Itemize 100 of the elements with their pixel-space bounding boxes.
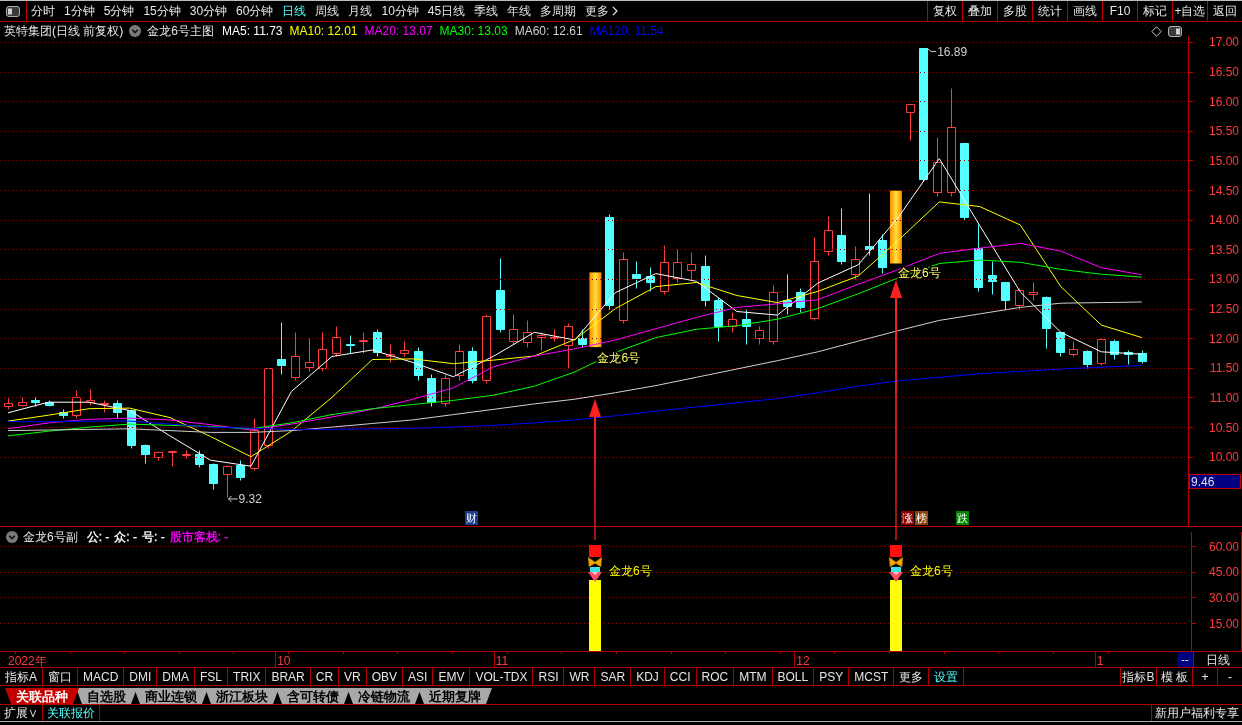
indicator-tab[interactable]: BRAR xyxy=(266,668,311,685)
price-tick-label: 13.50 xyxy=(1208,242,1239,257)
price-tick-label: 11.00 xyxy=(1209,390,1239,405)
indicator-tab[interactable]: VR xyxy=(339,668,367,685)
toolbar-button[interactable]: 统计 xyxy=(1032,1,1067,21)
event-tag: 财 xyxy=(465,511,478,525)
sector-tab[interactable]: 自选股 xyxy=(76,688,137,704)
indicator-tab[interactable]: ASI xyxy=(403,668,434,685)
butterfly-icon xyxy=(888,556,904,568)
chevron-icon xyxy=(612,6,619,16)
toolbar-button[interactable]: 标记 xyxy=(1137,1,1172,21)
quote-link[interactable]: 关联报价 xyxy=(43,705,100,721)
indicator-tick-label: 15.00 xyxy=(1208,616,1239,631)
period-tab[interactable]: 60分钟 xyxy=(236,5,274,17)
expand-menu-button[interactable]: 扩展∨ xyxy=(0,705,43,721)
period-tab[interactable]: 季线 xyxy=(474,5,499,17)
toolbar-button[interactable]: 叠加 xyxy=(962,1,997,21)
period-tab[interactable]: 15分钟 xyxy=(143,5,181,17)
toolbar-button[interactable]: 复权 xyxy=(927,1,962,21)
sector-tab[interactable]: 含可转债 xyxy=(276,688,350,704)
event-tag: 榜 xyxy=(915,511,928,525)
price-tick-label: 15.50 xyxy=(1208,124,1239,139)
indicator-tab[interactable]: 更多 xyxy=(894,668,930,685)
indicator-value: 号: - xyxy=(142,530,165,543)
period-tab[interactable]: 年线 xyxy=(507,5,532,17)
period-tab[interactable]: 月线 xyxy=(348,5,373,17)
panel-toggle-icon[interactable] xyxy=(1168,25,1182,37)
indicator-tab[interactable]: PSY xyxy=(814,668,850,685)
indicator-tab[interactable]: VOL-TDX xyxy=(470,668,534,685)
indicator-name: 金龙6号副 xyxy=(23,530,78,543)
toolbar-button[interactable]: F10 xyxy=(1102,1,1137,21)
indicator-tab[interactable]: EMV xyxy=(433,668,471,685)
toolbar-button[interactable]: 返回 xyxy=(1207,1,1242,21)
price-tick-label: 17.00 xyxy=(1208,35,1239,50)
date-label: 1 xyxy=(1096,654,1104,668)
toolbar-button[interactable]: +自选 xyxy=(1172,1,1207,21)
sector-tab[interactable]: 关联品种 xyxy=(5,688,79,704)
price-tick-label: 13.00 xyxy=(1208,272,1239,287)
price-tick-label: 14.00 xyxy=(1208,213,1239,228)
indicator-tab[interactable]: MACD xyxy=(78,668,125,685)
price-readout: 9.46 xyxy=(1189,474,1241,489)
indicator-value: 众: - xyxy=(114,530,138,543)
indicator-tab[interactable]: 窗口 xyxy=(43,668,78,685)
leader-arrow xyxy=(228,495,239,503)
dropdown-icon[interactable] xyxy=(6,530,18,543)
period-tab[interactable]: 10分钟 xyxy=(381,5,419,17)
indicator-tool-button[interactable]: + xyxy=(1192,668,1217,685)
indicator-value: 股市客栈: - xyxy=(169,530,229,543)
sector-tab[interactable]: 冷链物流 xyxy=(347,688,421,704)
diamond-icon[interactable] xyxy=(1151,25,1162,37)
indicator-tab[interactable]: ROC xyxy=(696,668,735,685)
indicator-tab[interactable]: DMA xyxy=(157,668,196,685)
indicator-tab[interactable]: FSL xyxy=(195,668,229,685)
indicator-tab[interactable]: RSI xyxy=(533,668,565,685)
indicator-tool-button[interactable]: - xyxy=(1217,668,1242,685)
period-tab[interactable]: 周线 xyxy=(315,5,340,17)
date-label: 10 xyxy=(277,654,291,668)
period-tab[interactable]: 1分钟 xyxy=(64,5,95,17)
price-tick-label: 12.50 xyxy=(1208,302,1239,317)
moving-average-value: MA10: 12.01 xyxy=(289,25,358,37)
indicator-tool-button[interactable]: 指标B xyxy=(1120,668,1156,685)
indicator-tab[interactable]: KDJ xyxy=(631,668,665,685)
indicator-tab[interactable]: SAR xyxy=(595,668,632,685)
toolbar-button[interactable]: 画线 xyxy=(1067,1,1102,21)
indicator-tab[interactable]: WR xyxy=(564,668,596,685)
sector-tab[interactable]: 近期复牌 xyxy=(418,688,492,704)
sector-tab[interactable]: 浙江板块 xyxy=(205,688,279,704)
period-tab[interactable]: 5分钟 xyxy=(103,5,135,17)
indicator-tab[interactable]: TRIX xyxy=(228,668,267,685)
price-tick-label: 15.00 xyxy=(1208,153,1239,168)
more-menu-button[interactable]: 更多 xyxy=(585,5,619,17)
indicator-tick-label: 45.00 xyxy=(1208,565,1239,580)
indicator-tab[interactable]: MTM xyxy=(734,668,773,685)
date-label: 12 xyxy=(796,654,810,668)
indicator-tab[interactable]: OBV xyxy=(366,668,404,685)
indicator-tab[interactable]: MCST xyxy=(849,668,895,685)
promo-link[interactable]: 新用户福利专享 xyxy=(1151,705,1242,721)
indicator-tab[interactable]: 指标A xyxy=(0,668,43,685)
period-tab[interactable]: 日线 xyxy=(282,5,307,17)
period-selector[interactable]: 日线 xyxy=(1193,651,1242,667)
toolbar-button[interactable]: 多股 xyxy=(997,1,1032,21)
gem-icon xyxy=(889,567,903,582)
indicator-tab[interactable]: CCI xyxy=(664,668,697,685)
indicator-tab[interactable]: CR xyxy=(310,668,340,685)
indicator-value: 公: - xyxy=(86,530,110,543)
indicator-tab[interactable]: BOLL xyxy=(772,668,815,685)
dropdown-icon[interactable] xyxy=(129,25,142,37)
sector-tab[interactable]: 商业连锁 xyxy=(134,688,208,704)
period-tab[interactable]: 多周期 xyxy=(540,5,577,17)
signal-bar xyxy=(589,580,601,651)
event-tag: 跌 xyxy=(956,511,969,525)
settings-link[interactable]: 设置 xyxy=(929,668,965,685)
indicator-tool-button[interactable]: 模 板 xyxy=(1156,668,1192,685)
period-tab[interactable]: 45日线 xyxy=(427,5,466,17)
period-tab[interactable]: 分时 xyxy=(31,5,55,17)
sidebar-toggle-icon[interactable] xyxy=(6,5,20,17)
period-tab[interactable]: 30分钟 xyxy=(189,5,228,17)
indicator-tab[interactable]: DMI xyxy=(124,668,158,685)
chart-title: 英特集团(日线 前复权) xyxy=(4,25,124,37)
indicator-name: 金龙6号主图 xyxy=(147,25,214,37)
